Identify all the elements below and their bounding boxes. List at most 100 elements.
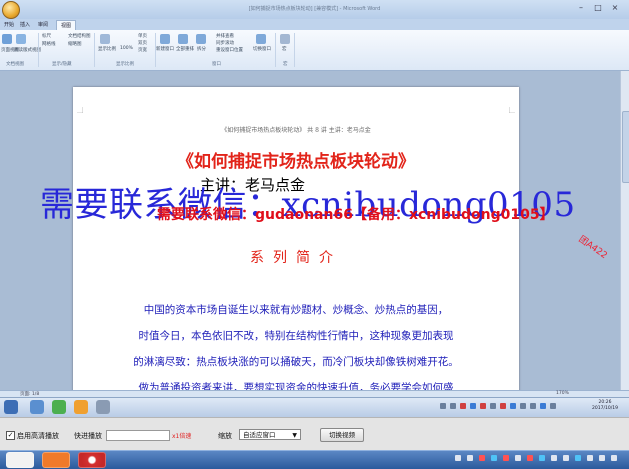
page-width-button[interactable]: 页宽 xyxy=(138,47,147,53)
tray-icon[interactable] xyxy=(530,403,536,409)
explorer-icon[interactable] xyxy=(6,452,34,468)
tray-icon[interactable] xyxy=(510,403,516,409)
scrollbar-thumb[interactable] xyxy=(622,111,629,183)
arrange-all-label: 全部重排 xyxy=(176,47,194,52)
app-icon[interactable] xyxy=(42,452,70,468)
recorded-clock[interactable]: 20:26 2017/10/19 xyxy=(592,400,618,412)
minimize-icon[interactable]: – xyxy=(575,3,587,13)
group-separator xyxy=(294,33,295,67)
two-pages-button[interactable]: 双页 xyxy=(138,40,147,46)
new-window-icon[interactable] xyxy=(160,34,170,44)
app-icon[interactable] xyxy=(30,400,44,414)
zoom-icon[interactable] xyxy=(100,34,110,44)
fast-forward-input[interactable] xyxy=(106,430,170,441)
tray-icon[interactable] xyxy=(520,403,526,409)
body-line: 时值今日，本色依旧不改，特别在结构性行情中，这种现象更加表现 xyxy=(138,330,454,342)
start-icon[interactable] xyxy=(4,400,18,414)
macros-icon[interactable] xyxy=(280,34,290,44)
tab-home[interactable]: 开始 xyxy=(4,21,14,28)
system-tray xyxy=(455,455,625,465)
body-line: 的淋漓尽致：热点板块涨的可以捅破天，而冷门板块却像铁树难开花。 xyxy=(133,356,459,368)
ribbon: 页面视图 阅读版式视图 文档视图 标尺 网格线 文档结构图 缩略图 显示/隐藏 … xyxy=(0,30,629,71)
scale-select[interactable]: 自适应窗口 ▼ xyxy=(239,429,301,440)
volume-icon[interactable] xyxy=(599,455,605,461)
arrange-all-icon[interactable] xyxy=(178,34,188,44)
fast-forward-label: 快进播放 xyxy=(74,432,102,440)
thumbnails-checkbox[interactable]: 缩略图 xyxy=(68,41,82,47)
ruler-checkbox[interactable]: 标尺 xyxy=(42,33,51,39)
maximize-icon[interactable]: □ xyxy=(592,3,604,13)
scale-select-value: 自适应窗口 xyxy=(243,431,276,439)
recorded-system-tray xyxy=(440,403,570,411)
tab-insert[interactable]: 插入 xyxy=(20,21,30,28)
vertical-scrollbar[interactable] xyxy=(620,71,629,390)
tray-icon[interactable] xyxy=(551,455,557,461)
group-macros-label: 宏 xyxy=(283,62,288,67)
tray-icon[interactable] xyxy=(440,403,446,409)
reading-view-icon[interactable] xyxy=(16,34,26,44)
page-view-icon[interactable] xyxy=(2,34,12,44)
network-icon[interactable] xyxy=(611,455,617,461)
tray-icon[interactable] xyxy=(563,455,569,461)
app-icon[interactable] xyxy=(52,400,66,414)
gridlines-checkbox[interactable]: 网格线 xyxy=(42,41,56,47)
tray-icon[interactable] xyxy=(491,455,497,461)
tray-icon[interactable] xyxy=(527,455,533,461)
zoom-100-button[interactable]: 100% xyxy=(120,46,133,51)
tray-icon[interactable] xyxy=(587,455,593,461)
tray-icon[interactable] xyxy=(460,403,466,409)
group-zoom-label: 显示比例 xyxy=(116,62,134,67)
hd-label: 启用高清播放 xyxy=(17,432,59,440)
app-icon[interactable] xyxy=(74,400,88,414)
tray-icon[interactable] xyxy=(470,403,476,409)
margin-corner-mark xyxy=(509,107,515,113)
tray-icon[interactable] xyxy=(540,403,546,409)
group-doc-views-label: 文档视图 xyxy=(6,62,24,67)
margin-corner-mark xyxy=(77,107,83,113)
tray-icon[interactable] xyxy=(503,455,509,461)
app-icon[interactable] xyxy=(96,400,110,414)
zoom-button[interactable]: 显示比例 xyxy=(98,46,116,52)
group-separator xyxy=(38,33,39,67)
tray-icon[interactable] xyxy=(480,403,486,409)
tray-icon[interactable] xyxy=(455,455,461,461)
tray-icon[interactable] xyxy=(550,403,556,409)
speed-indicator: x1倍速 xyxy=(172,433,192,440)
reset-window-button[interactable]: 重设窗口位置 xyxy=(216,47,243,53)
tab-review[interactable]: 审阅 xyxy=(38,21,48,28)
window-titlebar: [如何捕捉市场热点板块轮动] [兼容模式] - Microsoft Word –… xyxy=(0,0,629,20)
group-separator xyxy=(275,33,276,67)
body-line: 中国的资本市场自诞生以来就有炒题材、炒概念、炒热点的基因， xyxy=(143,304,449,316)
zoom-level[interactable]: 170% xyxy=(556,391,569,396)
reading-view-label: 阅读版式视图 xyxy=(14,48,41,53)
tray-icon[interactable] xyxy=(490,403,496,409)
ribbon-tabs: 开始 插入 审阅 视图 xyxy=(0,19,629,31)
document-area: 《如何捕捉市场热点板块轮动》 共 8 讲 主讲：老马点金 《如何捕捉市场热点板块… xyxy=(0,71,629,390)
split-icon[interactable] xyxy=(196,34,206,44)
document-page[interactable]: 《如何捕捉市场热点板块轮动》 共 8 讲 主讲：老马点金 《如何捕捉市场热点板块… xyxy=(73,87,519,390)
hd-checkbox[interactable]: ✓ xyxy=(6,431,15,440)
doc-map-checkbox[interactable]: 文档结构图 xyxy=(68,33,91,39)
body-line: 做为普通投资者来讲，要想实现资金的快速升值，务必要学会如何盛 xyxy=(138,382,454,390)
document-title: 《如何捕捉市场热点板块轮动》 xyxy=(177,152,415,172)
group-separator xyxy=(94,33,95,67)
close-icon[interactable]: × xyxy=(609,3,621,13)
tray-icon[interactable] xyxy=(575,455,581,461)
switch-windows-icon[interactable] xyxy=(256,34,266,44)
chevron-down-icon: ▼ xyxy=(292,432,297,439)
tray-icon[interactable] xyxy=(515,455,521,461)
split-label: 拆分 xyxy=(197,47,206,52)
side-by-side-button[interactable]: 并排查看 xyxy=(216,33,234,39)
window-title: [如何捕捉市场热点板块轮动] [兼容模式] - Microsoft Word xyxy=(248,6,381,12)
player-app-icon[interactable] xyxy=(78,452,106,468)
tray-icon[interactable] xyxy=(450,403,456,409)
switch-video-button[interactable]: 切换视频 xyxy=(320,428,364,442)
tray-icon[interactable] xyxy=(467,455,473,461)
tray-icon[interactable] xyxy=(500,403,506,409)
sync-scroll-button[interactable]: 同步滚动 xyxy=(216,40,234,46)
macros-label: 宏 xyxy=(282,47,287,52)
tray-icon[interactable] xyxy=(479,455,485,461)
tray-icon[interactable] xyxy=(539,455,545,461)
switch-windows-label: 切换窗口 xyxy=(253,47,271,52)
one-page-button[interactable]: 单页 xyxy=(138,33,147,39)
